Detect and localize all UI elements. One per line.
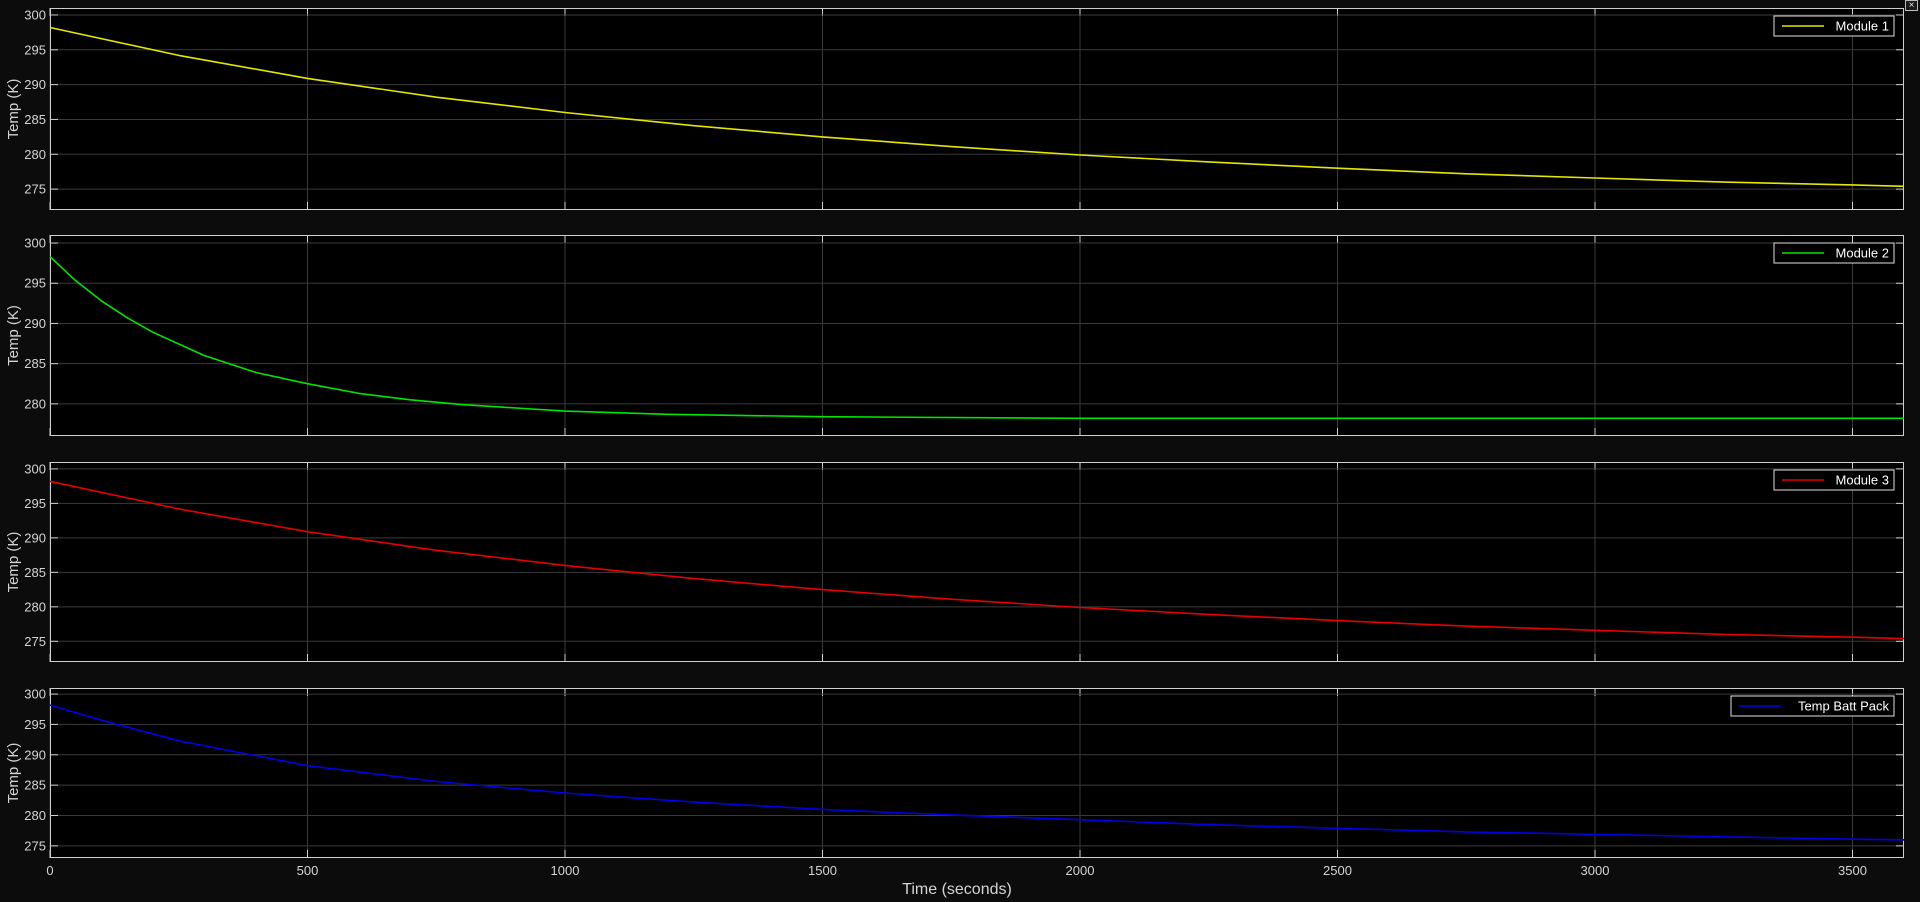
subplot-4: 275 280 285 290 295 300 Temp (K) Temp Batt Pack… <box>5 687 1905 898</box>
y-tick-label: 285 <box>24 778 46 793</box>
x-tick-label: 3500 <box>1838 863 1867 878</box>
y-axis-label: Temp (K) <box>5 79 22 140</box>
legend-label: Module 1 <box>1836 19 1889 34</box>
y-tick-label: 300 <box>24 236 46 251</box>
y-tick-label: 300 <box>24 687 46 702</box>
legend[interactable]: Module 1 <box>1773 15 1895 37</box>
legend-label: Module 2 <box>1836 246 1889 261</box>
y-tick-label: 290 <box>24 77 46 92</box>
x-tick-label: 3000 <box>1581 863 1610 878</box>
x-tick-label: 1000 <box>551 863 580 878</box>
x-tick-label: 1500 <box>808 863 837 878</box>
axes-background <box>50 235 1904 436</box>
y-tick-label: 290 <box>24 530 46 545</box>
y-tick-label: 285 <box>24 356 46 371</box>
y-axis-label: Temp (K) <box>5 743 22 804</box>
scope-figure: × 275 280 285 290 295 300 Temp (K) Module 1 280 2… <box>0 0 1920 902</box>
subplot-3: 275 280 285 290 295 300 Temp (K) Module 3 <box>5 461 1905 662</box>
y-tick-label: 295 <box>24 717 46 732</box>
y-tick-label: 295 <box>24 42 46 57</box>
close-icon[interactable]: × <box>1905 0 1918 11</box>
y-tick-label: 275 <box>24 838 46 853</box>
y-tick-label: 295 <box>24 276 46 291</box>
legend[interactable]: Module 2 <box>1773 242 1895 264</box>
x-axis-label: Time (seconds) <box>902 881 1012 898</box>
legend[interactable]: Temp Batt Pack <box>1730 695 1895 717</box>
y-tick-label: 280 <box>24 147 46 162</box>
y-tick-label: 300 <box>24 461 46 476</box>
y-tick-label: 280 <box>24 808 46 823</box>
x-tick-label: 2000 <box>1066 863 1095 878</box>
y-tick-label: 275 <box>24 634 46 649</box>
y-tick-label: 290 <box>24 316 46 331</box>
y-tick-label: 275 <box>24 182 46 197</box>
y-axis-label: Temp (K) <box>5 305 22 366</box>
y-tick-label: 295 <box>24 496 46 511</box>
scope-plots: 275 280 285 290 295 300 Temp (K) Module 1 280 285… <box>5 7 1905 898</box>
y-tick-label: 285 <box>24 565 46 580</box>
x-tick-label: 500 <box>297 863 319 878</box>
legend-label: Module 3 <box>1836 473 1889 488</box>
legend[interactable]: Module 3 <box>1773 469 1895 491</box>
y-tick-label: 280 <box>24 396 46 411</box>
y-tick-label: 285 <box>24 112 46 127</box>
x-tick-label: 2500 <box>1323 863 1352 878</box>
y-tick-label: 300 <box>24 7 46 22</box>
x-tick-label: 0 <box>46 863 53 878</box>
subplot-2: 280 285 290 295 300 Temp (K) Module 2 <box>5 235 1904 436</box>
subplot-1: 275 280 285 290 295 300 Temp (K) Module 1 <box>5 7 1905 210</box>
y-axis-label: Temp (K) <box>5 532 22 593</box>
axes-background <box>50 688 1904 858</box>
y-tick-label: 280 <box>24 599 46 614</box>
legend-label: Temp Batt Pack <box>1798 699 1890 714</box>
y-tick-label: 290 <box>24 747 46 762</box>
